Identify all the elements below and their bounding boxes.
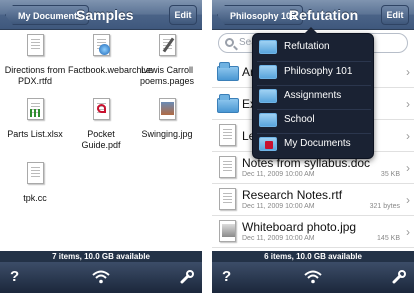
item-size: 145 KB [377, 235, 400, 242]
document-icon [217, 188, 239, 212]
file-item[interactable]: Lewis Carroll poems.pages [134, 34, 200, 87]
nav-bar: My Documents Samples Edit [0, 0, 202, 30]
chevron-right-icon: › [406, 161, 410, 175]
edit-button[interactable]: Edit [169, 5, 197, 25]
edit-button[interactable]: Edit [381, 5, 409, 25]
folder-icon [217, 92, 239, 116]
popover-item-label: Assignments [284, 90, 342, 101]
file-item[interactable]: Factbook.webarchive [68, 34, 154, 76]
text-document-icon [24, 162, 46, 189]
popover-arrow [304, 27, 318, 34]
chevron-right-icon: › [406, 97, 410, 111]
pages-document-icon [156, 34, 178, 61]
search-icon [225, 38, 234, 47]
file-item[interactable]: Directions from PDX.rtfd [2, 34, 68, 87]
file-item[interactable]: Pocket Guide.pdf [68, 98, 134, 151]
file-name: Parts List.xlsx [7, 129, 63, 139]
file-name: tpk.cc [23, 193, 47, 203]
pdf-icon [90, 98, 112, 125]
folder-icon [217, 60, 239, 84]
item-date: Dec 11, 2009 10:00 AM [242, 203, 315, 210]
file-name: Swinging.jpg [141, 129, 193, 139]
webarchive-icon [90, 34, 112, 61]
wifi-icon[interactable] [92, 270, 110, 288]
file-name: Factbook.webarchive [68, 65, 154, 75]
status-bar: 7 items, 10.0 GB available [0, 251, 202, 262]
folder-icon [259, 113, 277, 127]
wifi-icon[interactable] [304, 270, 322, 288]
item-name: Whiteboard photo.jpg [242, 220, 357, 234]
help-icon[interactable]: ? [10, 268, 19, 285]
folder-path-popover: Refutation Philosophy 101 Assignments Sc… [252, 27, 374, 159]
item-date: Dec 11, 2009 10:00 AM [242, 235, 315, 242]
toolbar: ? [0, 262, 202, 293]
item-name: Research Notes.rtf [242, 188, 343, 202]
toolbar: ? [212, 262, 414, 293]
nav-bar: Philosophy 101 Refutation Edit [212, 0, 414, 30]
chevron-right-icon: › [406, 129, 410, 143]
image-icon [217, 220, 239, 244]
help-icon[interactable]: ? [222, 268, 231, 285]
page-title: Samples [76, 7, 134, 23]
chevron-right-icon: › [406, 225, 410, 239]
file-name: Pocket Guide.pdf [81, 129, 121, 150]
popover-item-label: Refutation [284, 41, 330, 52]
page-title[interactable]: Refutation [289, 7, 358, 23]
file-name: Lewis Carroll poems.pages [139, 65, 195, 86]
item-date: Dec 11, 2009 10:00 AM [242, 171, 315, 178]
popover-item[interactable]: My Documents [257, 134, 371, 156]
document-icon [217, 124, 239, 148]
folder-icon [259, 40, 277, 54]
wrench-icon[interactable] [180, 270, 194, 288]
popover-item[interactable]: Assignments [257, 86, 371, 108]
list-item[interactable]: Research Notes.rtf Dec 11, 2009 10:00 AM… [212, 184, 414, 216]
item-size: 321 bytes [369, 203, 400, 210]
popover-item[interactable]: School [257, 110, 371, 132]
item-size: 35 KB [380, 171, 400, 178]
document-icon [217, 156, 239, 180]
popover-item[interactable]: Philosophy 101 [257, 62, 371, 84]
folder-icon [259, 89, 277, 103]
image-icon [156, 98, 178, 125]
chevron-right-icon: › [406, 193, 410, 207]
chevron-right-icon: › [406, 65, 410, 79]
folder-icon [259, 65, 277, 79]
my-documents-icon [259, 137, 277, 151]
popover-item-label: My Documents [284, 138, 351, 149]
popover-item-label: School [284, 114, 315, 125]
file-item[interactable]: Parts List.xlsx [2, 98, 68, 140]
file-name: Directions from PDX.rtfd [4, 65, 66, 86]
popover-item[interactable]: Refutation [257, 37, 371, 59]
rtfd-document-icon [24, 34, 46, 61]
file-item[interactable]: tpk.cc [2, 162, 68, 204]
left-screen: My Documents Samples Edit Directions fro… [0, 0, 202, 293]
status-bar: 6 items, 10.0 GB available [212, 251, 414, 262]
popover-item-label: Philosophy 101 [284, 66, 353, 77]
file-item[interactable]: Swinging.jpg [134, 98, 200, 140]
list-item[interactable]: Whiteboard photo.jpg Dec 11, 2009 10:00 … [212, 216, 414, 248]
wrench-icon[interactable] [392, 270, 406, 288]
spreadsheet-icon [24, 98, 46, 125]
